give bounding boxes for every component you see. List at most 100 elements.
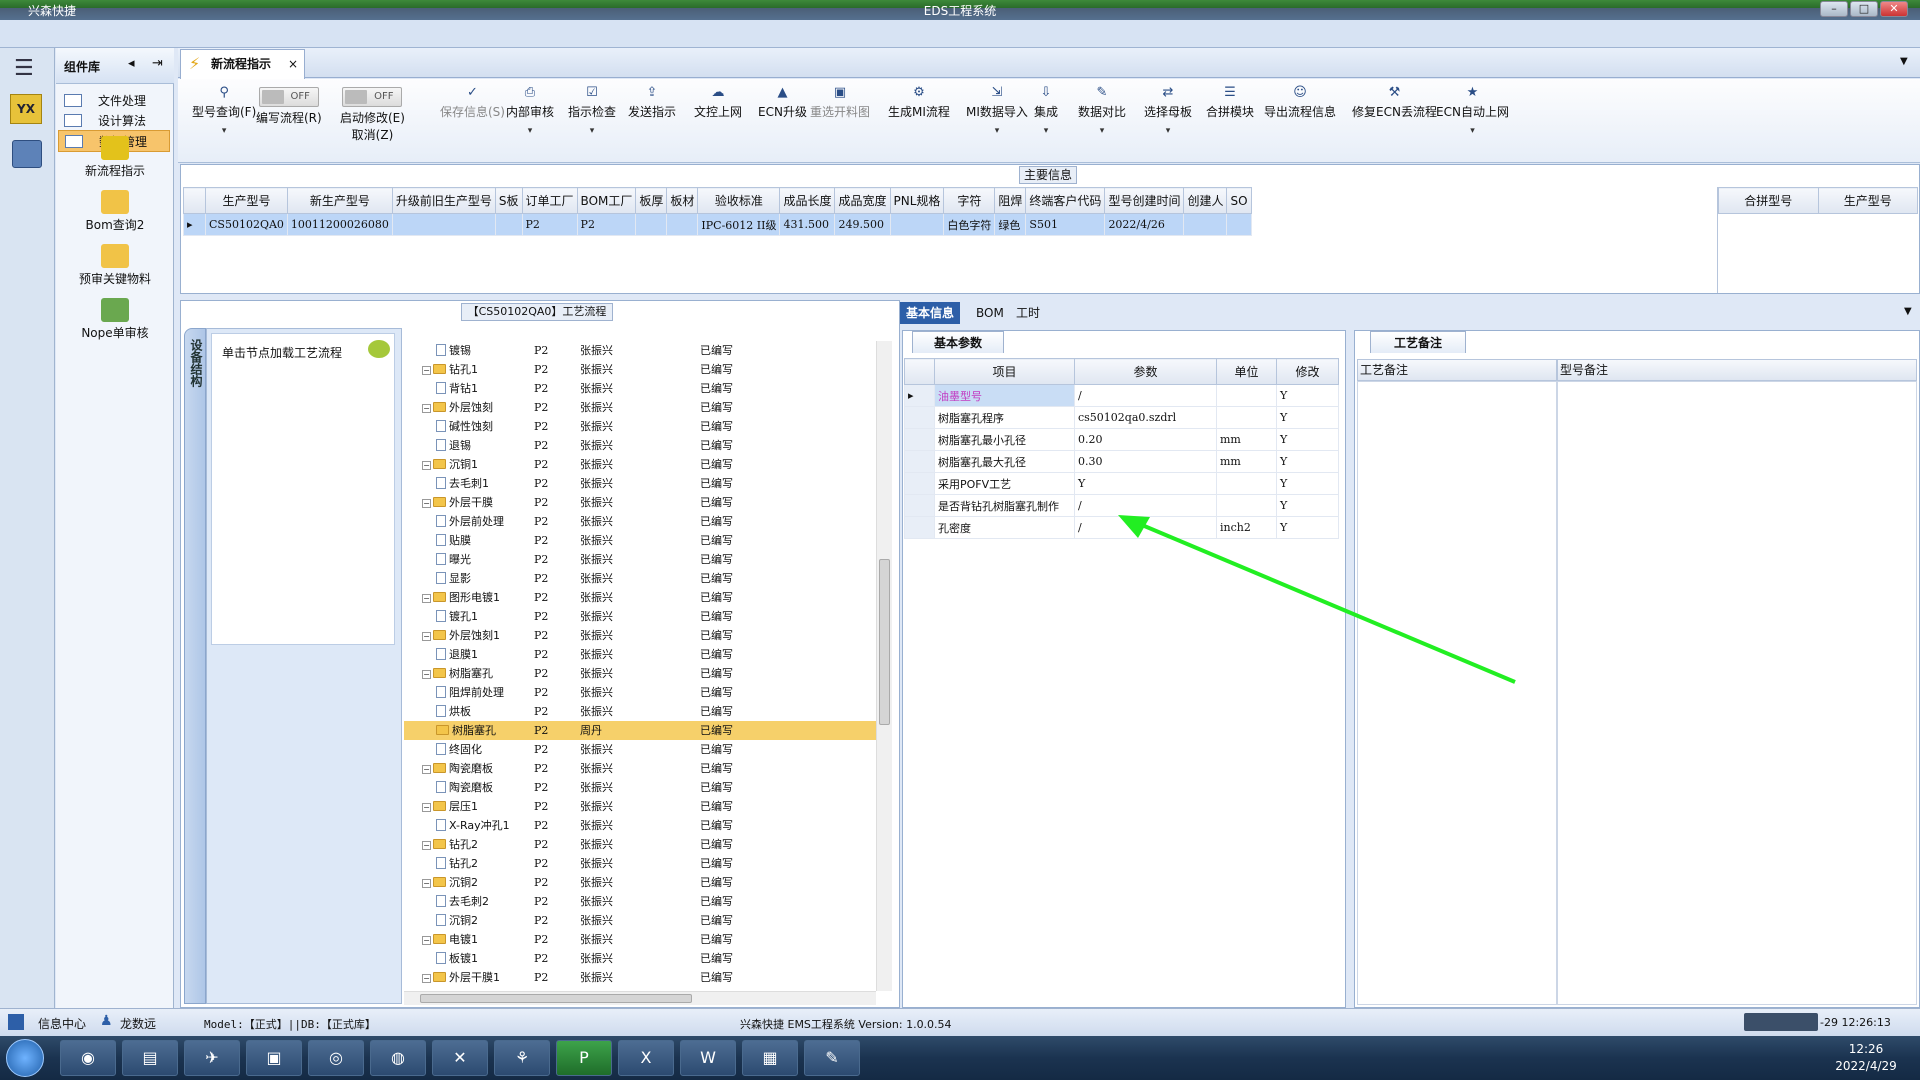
messenger-icon[interactable]: ✈ — [184, 1040, 240, 1076]
calculator-icon[interactable] — [12, 140, 42, 168]
tree-node[interactable]: − 沉铜1 — [422, 455, 478, 474]
param-value[interactable]: cs50102qa0.szdrl — [1074, 406, 1217, 429]
info-tab[interactable]: 工时 — [1010, 302, 1046, 324]
collapse-toggle-icon[interactable]: − — [422, 803, 431, 812]
toggle-switch[interactable]: OFF — [342, 87, 403, 107]
tree-node[interactable]: − 外层蚀刻1 — [422, 626, 500, 645]
table-cell[interactable]: P2 — [521, 213, 578, 236]
toolbar-item[interactable]: ⚙ 生成MI流程 — [888, 81, 950, 120]
info-tab[interactable]: 基本信息 — [900, 302, 961, 324]
toggle-switch[interactable]: OFF — [258, 87, 319, 107]
tree-node[interactable]: 陶瓷磨板 — [436, 778, 493, 797]
tree-node[interactable]: 镀锡 — [436, 341, 471, 360]
close-button[interactable]: ✕ — [1880, 1, 1908, 17]
table-cell[interactable] — [391, 213, 496, 236]
param-row[interactable]: 树脂塞孔程序 cs50102qa0.szdrl Y — [904, 406, 1339, 429]
tree-row[interactable]: 去毛刺2 P2 张振兴 已编写 — [404, 892, 876, 911]
tree-node[interactable]: − 钻孔1 — [422, 360, 478, 379]
notepad-icon[interactable]: ▤ — [122, 1040, 178, 1076]
tree-node[interactable]: 碱性蚀刻 — [436, 417, 493, 436]
param-column-header[interactable]: 参数 — [1074, 358, 1217, 385]
column-header[interactable]: 阻焊 — [994, 187, 1027, 214]
param-column-header[interactable]: 修改 — [1276, 358, 1339, 385]
tree-node[interactable]: 去毛刺1 — [436, 474, 489, 493]
table-cell[interactable]: S501 — [1025, 213, 1106, 236]
tree-node[interactable]: 曝光 — [436, 550, 471, 569]
collapse-toggle-icon[interactable]: − — [422, 841, 431, 850]
tree-node[interactable]: 板镀1 — [436, 949, 478, 968]
tab-basic-params[interactable]: 基本参数 — [912, 331, 1004, 353]
tree-row[interactable]: − 外层蚀刻 P2 张振兴 已编写 — [404, 398, 876, 417]
param-value[interactable]: 0.20 — [1074, 428, 1217, 451]
column-header[interactable]: 成品长度 — [779, 187, 836, 214]
word-icon[interactable]: W — [680, 1040, 736, 1076]
toolbar-item[interactable]: ⚲ 型号查询(F) ▾ — [192, 81, 256, 136]
tree-row[interactable]: 钻孔2 P2 张振兴 已编写 — [404, 854, 876, 873]
tree-row[interactable]: 板镀1 P2 张振兴 已编写 — [404, 949, 876, 968]
info-dropdown-icon[interactable]: ▼ — [1904, 306, 1912, 317]
side-column-header[interactable]: 生产型号 — [1817, 187, 1918, 214]
tree-horizontal-scrollbar[interactable] — [404, 991, 876, 1005]
table-cell[interactable]: 2022/4/26 — [1104, 213, 1185, 236]
tree-row[interactable]: − 陶瓷磨板 P2 张振兴 已编写 — [404, 759, 876, 778]
x-app-icon[interactable]: ✕ — [432, 1040, 488, 1076]
column-header[interactable]: 新生产型号 — [286, 187, 393, 214]
table-cell[interactable] — [1183, 213, 1228, 236]
tree-row[interactable]: − 沉铜1 P2 张振兴 已编写 — [404, 455, 876, 474]
scroll-thumb[interactable] — [879, 559, 890, 725]
toolbar-item[interactable]: ☑ 指示检查 ▾ — [568, 81, 616, 136]
tree-node[interactable]: 阻焊前处理 — [436, 683, 504, 702]
param-column-header[interactable]: 单位 — [1216, 358, 1277, 385]
collapse-toggle-icon[interactable]: − — [422, 461, 431, 470]
yx-logo-icon[interactable]: YX — [10, 94, 42, 124]
tree-node[interactable]: 钻孔2 — [436, 854, 478, 873]
tree-row[interactable]: 碱性蚀刻 P2 张振兴 已编写 — [404, 417, 876, 436]
pin-icon[interactable]: ⇥ — [152, 56, 163, 71]
p-app-icon[interactable]: P — [556, 1040, 612, 1076]
tree-vertical-scrollbar[interactable] — [876, 341, 892, 991]
tree-row[interactable]: − 树脂塞孔 P2 张振兴 已编写 — [404, 664, 876, 683]
dropdown-arrow-icon[interactable]: ▾ — [568, 126, 616, 136]
param-value[interactable]: 0.30 — [1074, 450, 1217, 473]
param-row[interactable]: 采用POFV工艺 Y Y — [904, 472, 1339, 495]
component-shortcut[interactable]: Nope单审核 — [56, 298, 174, 341]
tree-row[interactable]: 镀孔1 P2 张振兴 已编写 — [404, 607, 876, 626]
tray-popup-icon[interactable] — [1744, 1013, 1818, 1031]
tree-node[interactable]: − 树脂塞孔 — [422, 664, 493, 683]
param-row[interactable]: 树脂塞孔最大孔径 0.30 mm Y — [904, 450, 1339, 473]
table-cell[interactable] — [635, 213, 668, 236]
tree-row[interactable]: 沉铜2 P2 张振兴 已编写 — [404, 911, 876, 930]
collapse-icon[interactable]: ◂ — [128, 56, 135, 71]
column-header[interactable]: 型号创建时间 — [1104, 187, 1185, 214]
toolbar-item[interactable]: ⇪ 发送指示 — [628, 81, 676, 120]
tree-row[interactable]: − 外层干膜1 P2 张振兴 已编写 — [404, 968, 876, 987]
tree-row[interactable]: − 外层蚀刻1 P2 张振兴 已编写 — [404, 626, 876, 645]
column-header[interactable]: 板材 — [666, 187, 699, 214]
save-icon[interactable]: ▣ — [246, 1040, 302, 1076]
column-header[interactable]: BOM工厂 — [576, 187, 637, 214]
tree-row[interactable]: 外层前处理 P2 张振兴 已编写 — [404, 512, 876, 531]
model-notes-area[interactable] — [1557, 381, 1917, 1005]
table-cell[interactable]: IPC-6012 II级 — [697, 213, 781, 236]
table-cell[interactable] — [889, 213, 945, 236]
maximize-button[interactable]: □ — [1850, 1, 1878, 17]
param-modify[interactable]: Y — [1276, 472, 1339, 495]
calculator-icon[interactable]: ▦ — [742, 1040, 798, 1076]
tree-node[interactable]: − 外层干膜 — [422, 493, 493, 512]
tree-row[interactable]: − 钻孔1 P2 张振兴 已编写 — [404, 360, 876, 379]
param-modify[interactable]: Y — [1276, 428, 1339, 451]
tab-process-notes[interactable]: 工艺备注 — [1370, 331, 1466, 353]
column-header[interactable]: 验收标准 — [697, 187, 781, 214]
table-cell[interactable] — [1226, 213, 1252, 236]
table-cell[interactable]: 249.500 — [834, 213, 891, 236]
param-modify[interactable]: Y — [1276, 384, 1339, 407]
tree-node[interactable]: 沉铜2 — [436, 911, 478, 930]
tabs-dropdown-icon[interactable]: ▼ — [1900, 56, 1908, 67]
tree-node[interactable]: − 电镀1 — [422, 930, 478, 949]
collapse-toggle-icon[interactable]: − — [422, 499, 431, 508]
param-modify[interactable]: Y — [1276, 406, 1339, 429]
collapse-toggle-icon[interactable]: − — [422, 670, 431, 679]
tree-row[interactable]: 退膜1 P2 张振兴 已编写 — [404, 645, 876, 664]
collapse-toggle-icon[interactable]: − — [422, 974, 431, 983]
tree-row[interactable]: − 层压1 P2 张振兴 已编写 — [404, 797, 876, 816]
